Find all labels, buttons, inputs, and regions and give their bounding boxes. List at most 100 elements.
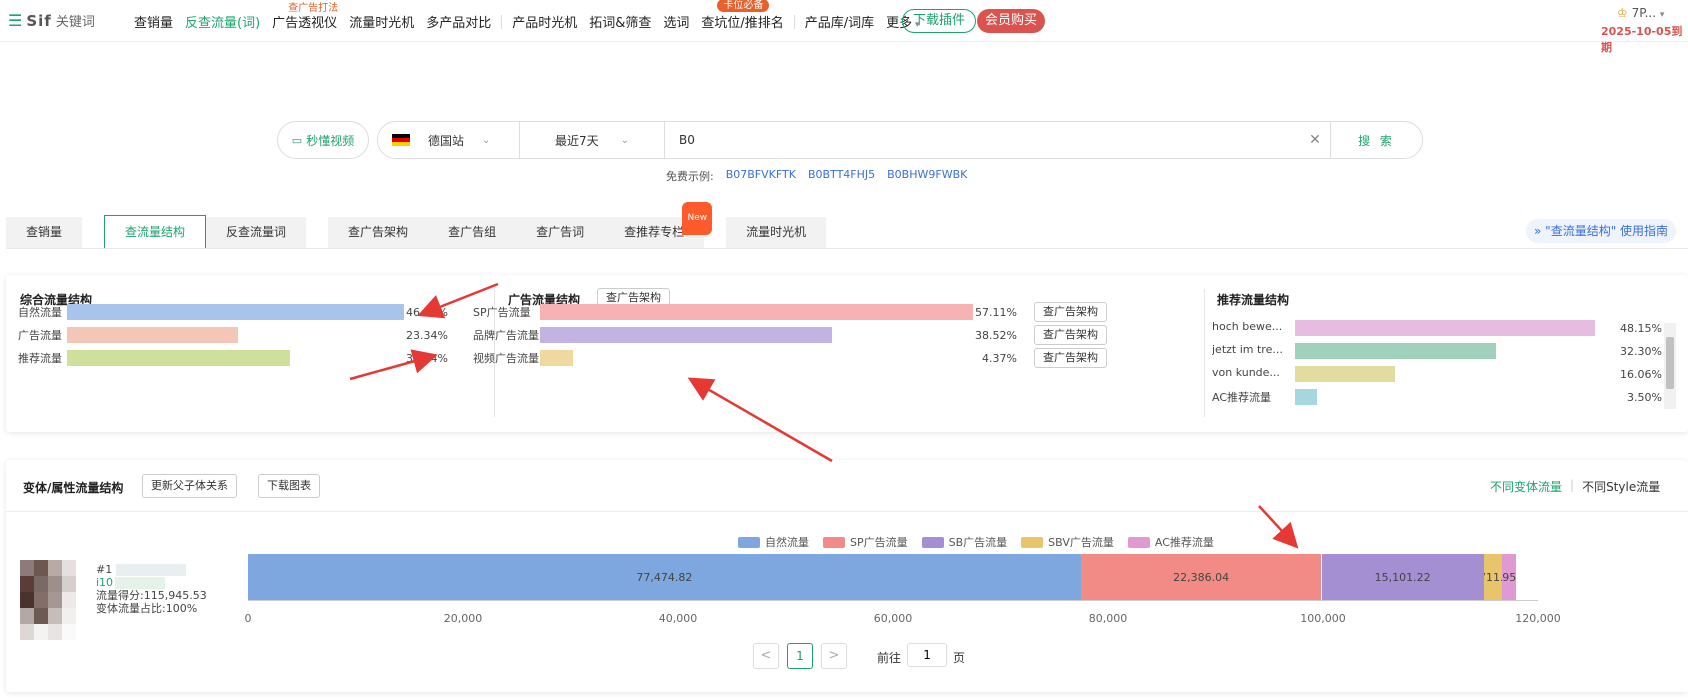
product-thumbnail[interactable] — [20, 560, 76, 640]
overall-row-label: 自然流量 — [18, 306, 62, 319]
pager-next-button[interactable]: > — [821, 643, 847, 669]
tab-ad-groups[interactable]: 查广告组 — [428, 217, 517, 248]
check-ad-architecture-button[interactable]: 查广告架构 — [1034, 325, 1107, 345]
check-ad-architecture-button[interactable]: 查广告架构 — [1034, 302, 1107, 322]
nav-item-product-library[interactable]: 产品库/词库 — [799, 12, 880, 31]
switch-style-traffic[interactable]: 不同Style流量 — [1582, 478, 1660, 495]
legend-item[interactable]: SB广告流量 — [921, 534, 1008, 550]
legend-label: SBV广告流量 — [1048, 536, 1114, 549]
video-guide-button[interactable]: ▭ 秒懂视频 — [277, 121, 369, 159]
scrollbar[interactable] — [1664, 323, 1676, 409]
ad-row-pct: 4.37% — [982, 352, 1017, 365]
tab-bar: 查销量 查流量结构 反查流量词 查广告架构 查广告组 查广告词 查推荐专栏 Ne… — [6, 202, 827, 248]
chart-bar-segment[interactable]: 15,101.22 — [1321, 554, 1484, 600]
chart-bar-segment[interactable]: 1,711.79 — [1483, 554, 1503, 600]
expire-date: 2025-10-05到期 — [1601, 25, 1683, 54]
download-chart-button[interactable]: 下载图表 — [258, 474, 320, 498]
overall-bar — [67, 304, 404, 320]
chart-bar-segment[interactable]: 22,386.04 — [1080, 554, 1322, 600]
nav-item-select-words[interactable]: 选词 — [657, 12, 695, 31]
chart-data-label: 77,474.82 — [636, 570, 693, 584]
recommend-list: hoch bewe... 48.15% jetzt im tre... 32.30% v… — [1212, 320, 1672, 406]
overall-row-pct: 23.34% — [406, 329, 448, 342]
nav-item-ad-insight[interactable]: 查广告打法 广告透视仪 — [266, 3, 343, 31]
tab-traffic-structure[interactable]: 查流量结构 — [104, 215, 207, 248]
ad-row-label: SP广告流量 — [473, 306, 531, 319]
scrollbar-thumb[interactable] — [1666, 337, 1674, 389]
chart-bar-segment[interactable]: 1,295.99 — [1502, 554, 1517, 600]
switch-variant-traffic[interactable]: 不同变体流量 — [1490, 478, 1562, 495]
divider — [1204, 289, 1205, 417]
nav-item-sales[interactable]: 查销量 — [128, 12, 179, 31]
overall-row-pct: 46.12% — [406, 306, 448, 319]
pager-prev-button[interactable]: < — [753, 643, 779, 669]
legend-swatch — [921, 536, 944, 548]
country-select[interactable]: 德国站 ⌄ — [378, 122, 520, 158]
chart-x-tick: 100,000 — [1300, 612, 1346, 625]
update-parent-child-button[interactable]: 更新父子体关系 — [142, 474, 237, 498]
tab-sales[interactable]: 查销量 — [6, 217, 83, 248]
legend-label: AC推荐流量 — [1154, 536, 1214, 549]
video-guide-label: 秒懂视频 — [306, 133, 355, 148]
clear-icon[interactable]: ✕ — [1300, 132, 1330, 148]
pager-page-label: 页 — [953, 651, 966, 665]
chevron-down-icon: ▾ — [1659, 10, 1665, 20]
example-link[interactable]: B07BFVKFTK — [726, 168, 796, 184]
tab-recommend-column[interactable]: 查推荐专栏 New — [604, 202, 713, 248]
new-badge: New — [682, 202, 713, 235]
tab-traffic-timemachine[interactable]: 流量时光机 — [726, 217, 827, 248]
product-info: #1 i10 流量得分:115,945.53 变体流量占比:100% — [96, 563, 207, 615]
legend-label: SB广告流量 — [948, 536, 1008, 549]
user-menu[interactable]: ♔ 7P... ▾ — [1617, 6, 1664, 20]
recommend-row-pct: 48.15% — [1620, 322, 1662, 335]
check-ad-architecture-button[interactable]: 查广告架构 — [1034, 348, 1107, 368]
nav-item-rank-label: 查坑位/推排名 — [701, 16, 784, 31]
variant-structure-panel: 变体/属性流量结构 更新父子体关系 下载图表 不同变体流量 | 不同Style流… — [6, 460, 1688, 692]
ad-row-pct: 38.52% — [975, 329, 1017, 342]
nav-item-product-timemachine[interactable]: 产品时光机 — [506, 12, 583, 31]
recommend-row-label: jetzt im tre... — [1212, 343, 1283, 356]
asin-search-input[interactable] — [665, 122, 1300, 158]
country-value: 德国站 — [428, 133, 465, 148]
date-range-value: 最近7天 — [554, 133, 599, 148]
legend-label: SP广告流量 — [850, 536, 908, 549]
example-link[interactable]: B0BHW9FWBK — [887, 168, 967, 184]
nav-item-traffic-timemachine[interactable]: 流量时光机 — [343, 12, 420, 31]
legend-label: 自然流量 — [765, 536, 809, 549]
vip-purchase-button[interactable]: 会员购买 — [977, 9, 1046, 33]
nav-item-keyword-expand[interactable]: 拓词&筛查 — [583, 12, 657, 31]
ad-bar — [540, 327, 832, 343]
legend-item[interactable]: 自然流量 — [738, 534, 809, 550]
recommend-bar — [1295, 389, 1317, 405]
nav-item-compare[interactable]: 多产品对比 — [420, 12, 497, 31]
download-plugin-button[interactable]: 下载插件 — [902, 9, 977, 33]
ad-bar — [540, 350, 573, 366]
recommend-row-label: AC推荐流量 — [1212, 391, 1272, 404]
menu-icon[interactable]: ☰ — [8, 11, 22, 30]
example-link[interactable]: B0BTT4FHJ5 — [808, 168, 875, 184]
legend-item[interactable]: SBV广告流量 — [1021, 534, 1114, 550]
nav-item-reverse-traffic[interactable]: 反查流量(词) — [179, 12, 266, 31]
overall-row-label: 广告流量 — [18, 329, 62, 342]
pager-current-page[interactable]: 1 — [787, 643, 813, 669]
pager-goto-input[interactable] — [907, 643, 948, 667]
product-asin-link[interactable]: i10 — [96, 576, 207, 589]
nav-item-rank[interactable]: 卡位必备 查坑位/推排名 — [695, 0, 789, 31]
chart-bar-segment[interactable]: 77,474.82 — [248, 554, 1081, 600]
chart-data-label: 22,386.04 — [1173, 570, 1230, 584]
date-range-select[interactable]: 最近7天 ⌄ — [520, 122, 665, 158]
variant-structure-title: 变体/属性流量结构 — [23, 481, 124, 495]
ad-bar — [540, 304, 973, 320]
logo[interactable]: ☰ Sif 关键词 — [8, 11, 95, 30]
legend-swatch — [823, 536, 845, 548]
legend-item[interactable]: SP广告流量 — [823, 534, 908, 550]
ad-row-pct: 57.11% — [975, 306, 1017, 319]
tab-ad-keywords[interactable]: 查广告词 — [516, 217, 605, 248]
search-button[interactable]: 搜 索 — [1330, 122, 1422, 158]
usage-guide-link[interactable]: » "查流量结构" 使用指南 — [1526, 219, 1677, 243]
overall-row-label: 推荐流量 — [18, 352, 62, 365]
tab-ad-architecture[interactable]: 查广告架构 — [328, 217, 429, 248]
legend-item[interactable]: AC推荐流量 — [1127, 534, 1214, 550]
tab-reverse-keywords[interactable]: 反查流量词 — [206, 217, 307, 248]
overall-row-pct: 30.54% — [406, 352, 448, 365]
